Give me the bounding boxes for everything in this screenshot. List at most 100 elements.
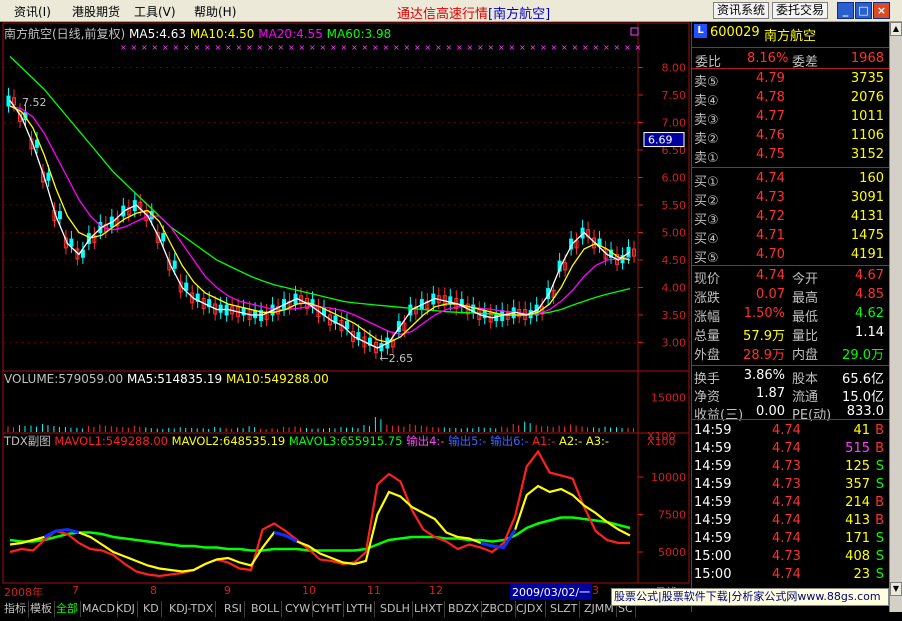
signal-marker: × (320, 43, 327, 52)
mavol1-line (9, 449, 630, 578)
signal-marker: × (351, 43, 358, 52)
scroll-down-arrow[interactable]: ▼ (890, 582, 902, 596)
trade-button[interactable]: 委托交易 (772, 2, 828, 19)
k-line-chart[interactable]: 8.007.507.006.506.005.505.004.504.003.50… (0, 22, 691, 599)
promo-banner[interactable]: 股票公式|股票软件下载|分析家公式网www.88gs.com (611, 588, 889, 606)
vertical-scrollbar[interactable]: ▲ ▼ (889, 22, 902, 612)
news-system-button[interactable]: 资讯系统 (713, 2, 769, 19)
signal-marker: × (561, 43, 568, 52)
candle-body (218, 304, 223, 313)
price-tick-label: 4.50 (662, 254, 687, 267)
main-legend-ma20: MA20:4.55 (258, 27, 323, 41)
stat-row: 总量 57.9万 量比 1.14 (694, 325, 884, 344)
close-button[interactable]: × (873, 2, 890, 19)
indicator-tab[interactable]: CYW (283, 601, 314, 617)
indicator-tab[interactable]: SDLH (378, 601, 413, 617)
signal-marker: × (362, 43, 369, 52)
signal-marker: × (215, 43, 222, 52)
indicator-tab[interactable]: CJDX (514, 601, 546, 617)
signal-marker: × (194, 43, 201, 52)
menu-tools[interactable]: 工具(V) (134, 3, 176, 20)
date-axis-label: 8 (150, 584, 157, 597)
signal-marker: × (152, 43, 159, 52)
signal-marker: × (236, 43, 243, 52)
signal-marker: × (488, 43, 495, 52)
stat-row: 现价 4.74 今开 4.67 (694, 268, 884, 287)
signal-marker: × (173, 43, 180, 52)
indicator-tab[interactable]: KD (141, 601, 162, 617)
indicator-tab[interactable]: BOLL (249, 601, 283, 617)
indicator-tab[interactable]: CYHT (310, 601, 345, 617)
signal-marker: × (519, 43, 526, 52)
main-legend-name: 南方航空(日线,前复权) (4, 27, 126, 41)
indicator-tab[interactable]: 指标 (2, 601, 29, 617)
indicator-tab[interactable]: BDZX (446, 601, 483, 617)
signal-marker: × (372, 43, 379, 52)
sell-level-row: 卖④ 4.78 2076 (694, 90, 884, 109)
date-axis: 2008年 7 8 9 10 11 12 2009/03/02/一 3 (4, 584, 654, 600)
signal-marker: × (341, 43, 348, 52)
date-axis-label: 3 (592, 584, 599, 597)
signal-marker: × (435, 43, 442, 52)
signal-marker: × (299, 43, 306, 52)
tick-row: 14:59 4.74 41 B (694, 423, 884, 438)
sub-legend-mavol2: MAVOL2:648535.19 (171, 434, 286, 448)
sub-legend-mavol3: MAVOL3:655915.75 (288, 434, 403, 448)
sub-legend-mavol1: MAVOL1:549288.00 (54, 434, 168, 448)
signal-marker: × (278, 43, 285, 52)
candle-body (253, 310, 258, 319)
minimize-button[interactable]: _ (837, 2, 854, 19)
indicator-tab[interactable]: SLZT (548, 601, 581, 617)
out5-segment (480, 528, 517, 550)
buy-level-row: 买⑤ 4.70 4191 (694, 247, 884, 266)
indicator-tab[interactable]: KDJ-TDX (167, 601, 217, 617)
signal-marker: × (635, 43, 642, 52)
date-axis-label: 2008年 (4, 586, 43, 599)
candle-body (57, 211, 62, 220)
price-tick-label: 7.00 (662, 117, 687, 130)
sub-legend-a3: A3:- (585, 434, 610, 448)
indicator-tab[interactable]: 模板 (28, 601, 55, 617)
candle-body (6, 95, 11, 107)
indicator-tab[interactable]: 全部 (54, 601, 81, 617)
main-legend-ma60: MA60:3.98 (326, 27, 392, 41)
price-tick-label: 3.50 (662, 309, 687, 322)
indicator-tab[interactable]: RSI (222, 601, 245, 617)
signal-marker: × (477, 43, 484, 52)
price-tick-label: 8.00 (662, 62, 687, 75)
indicator-tab[interactable]: KDJ (114, 601, 138, 617)
sell-level-row: 卖③ 4.77 1011 (694, 109, 884, 128)
signal-marker: × (530, 43, 537, 52)
signal-marker: × (582, 43, 589, 52)
signal-marker: × (183, 43, 190, 52)
quote-header: L 600029 南方航空 (692, 24, 890, 44)
high-note: 7.52 (22, 96, 47, 109)
signal-marker: × (467, 43, 474, 52)
indicator-tabs: 指标 模板 全部 MACD KDJ KD KDJ-TDX RSI BOLL CYW CYHT LYTH… (0, 601, 691, 617)
sub-legend-out4: 输出4:- (406, 434, 445, 448)
volume-legend-ma10: MA10:549288.00 (225, 372, 329, 386)
indicator-tab[interactable]: MACD (80, 601, 118, 617)
signal-marker: × (456, 43, 463, 52)
price-tick-label: 4.00 (662, 282, 687, 295)
menu-hk-futures[interactable]: 港股期货 (72, 3, 120, 20)
sub-legend-a1: A1:- (532, 434, 556, 448)
date-axis-label: 11 (367, 584, 381, 597)
main-legend-ma5: MA5:4.63 (129, 27, 186, 41)
tick-row: 14:59 4.73 125 S (694, 459, 884, 474)
indicator-tab[interactable]: LHXT (412, 601, 446, 617)
signal-marker: × (225, 43, 232, 52)
indicator-tab[interactable]: ZBCD (480, 601, 517, 617)
scroll-up-arrow[interactable]: ▲ (890, 22, 902, 36)
quote-panel: L 600029 南方航空 委比 8.16% 委差 1968 卖⑤ 4.79 373… (691, 22, 890, 612)
stat-row: 涨幅 1.50% 最低 4.62 (694, 306, 884, 325)
title-menu-bar: 资讯(I) 港股期货 工具(V) 帮助(H) 通达信高速行情[南方航空] 资讯系… (0, 0, 902, 22)
menu-help[interactable]: 帮助(H) (194, 3, 236, 20)
sub-legend-out5: 输出5:- (448, 434, 487, 448)
indicator-tab[interactable]: LYTH (344, 601, 376, 617)
signal-marker: × (288, 43, 295, 52)
date-axis-label: 2009/03/02/一 (510, 584, 593, 600)
menu-news[interactable]: 资讯(I) (14, 3, 51, 20)
maximize-button[interactable]: □ (855, 2, 872, 19)
price-tick-label: 6.00 (662, 172, 687, 185)
